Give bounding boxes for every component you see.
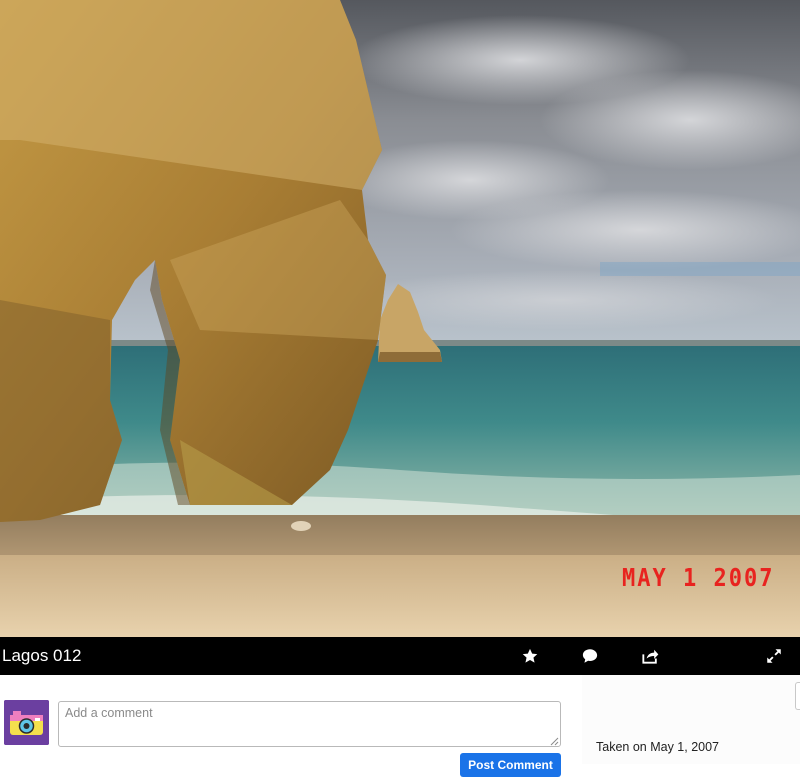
comment-icon[interactable] (578, 644, 602, 668)
comment-input[interactable] (58, 701, 561, 747)
photo-title: Lagos 012 (2, 646, 82, 665)
star-icon[interactable] (518, 644, 542, 668)
taken-on-date: Taken on May 1, 2007 (596, 740, 719, 754)
share-icon[interactable] (638, 644, 662, 668)
avatar[interactable] (4, 700, 49, 745)
post-comment-button[interactable]: Post Comment (460, 753, 561, 777)
photo-image (0, 0, 800, 637)
photo-details-panel: Taken on May 1, 2007 (582, 675, 800, 764)
camera-icon (4, 700, 49, 745)
photo-date-stamp: MAY 1 2007 (622, 564, 775, 593)
panel-toggle[interactable] (795, 682, 800, 710)
resize-grip-icon[interactable] (549, 736, 559, 746)
photo-caption-bar: Lagos 012 (0, 637, 800, 675)
fullscreen-icon[interactable] (762, 644, 786, 668)
photo-viewer[interactable]: MAY 1 2007 (0, 0, 800, 637)
